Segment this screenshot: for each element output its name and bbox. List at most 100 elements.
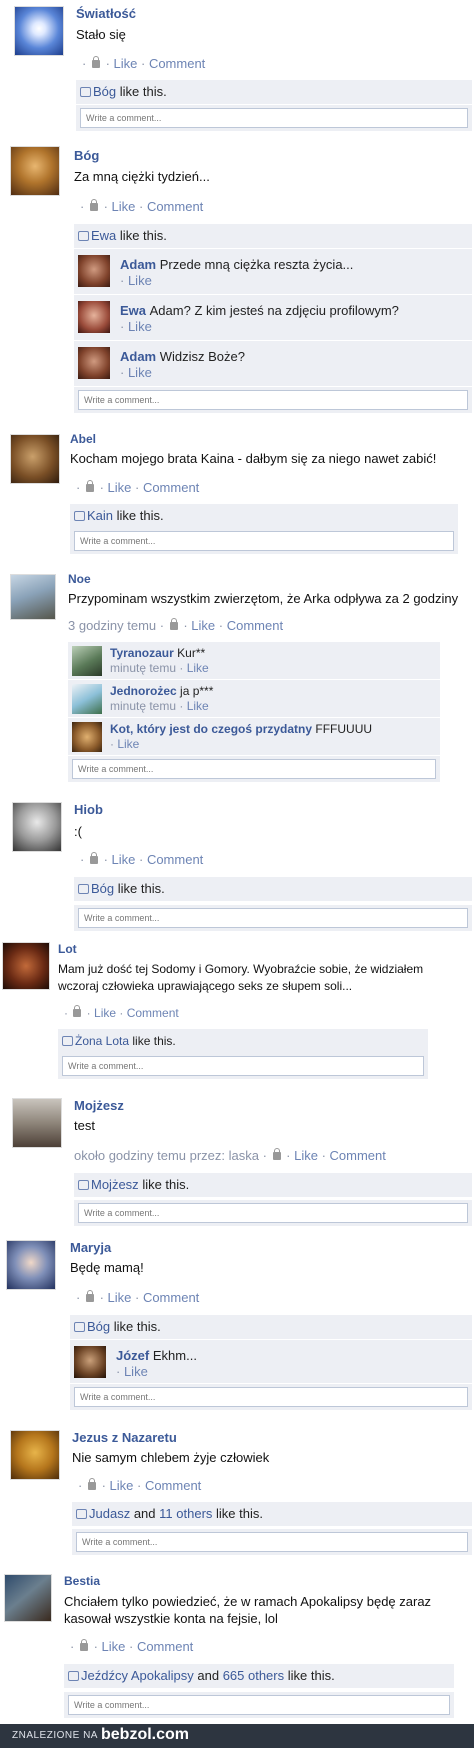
like-link[interactable]: Like <box>187 661 209 675</box>
post-meta: · · Like · Comment <box>80 199 204 214</box>
comment-input[interactable]: Write a comment... <box>78 1203 468 1223</box>
avatar[interactable] <box>4 1574 52 1622</box>
lock-icon <box>91 56 100 68</box>
comment-link[interactable]: Comment <box>147 199 203 214</box>
liker-link[interactable]: Judasz <box>89 1506 130 1521</box>
lock-icon <box>85 480 94 492</box>
comment-input[interactable]: Write a comment... <box>78 390 468 410</box>
like-bar: Judasz and 11 others like this. <box>72 1502 472 1526</box>
comment-input[interactable]: Write a comment... <box>74 531 454 551</box>
post-author[interactable]: Lot <box>58 942 77 956</box>
avatar[interactable] <box>10 1430 60 1480</box>
like-link[interactable]: Like <box>128 319 152 334</box>
post-author[interactable]: Mojżesz <box>74 1098 124 1113</box>
like-link[interactable]: Like <box>102 1639 126 1654</box>
lock-icon <box>272 1148 281 1160</box>
post-author[interactable]: Noe <box>68 572 91 586</box>
post-author[interactable]: Maryja <box>70 1240 111 1255</box>
post-author[interactable]: Bóg <box>74 148 99 163</box>
comment-meta: minutę temu · Like <box>110 661 209 675</box>
commenter-avatar[interactable] <box>78 255 110 287</box>
like-link[interactable]: Like <box>294 1148 318 1163</box>
liker-link[interactable]: Bóg <box>93 84 116 99</box>
post-meta: około godziny temu przez: laska · · Like… <box>74 1148 386 1163</box>
avatar[interactable] <box>12 1098 62 1148</box>
post-text: Przypominam wszystkim zwierzętom, że Ark… <box>68 591 459 606</box>
comment-link[interactable]: Comment <box>143 1290 199 1305</box>
comment-link[interactable]: Comment <box>330 1148 386 1163</box>
comment-link[interactable]: Comment <box>149 56 205 71</box>
like-link[interactable]: Like <box>114 56 138 71</box>
avatar[interactable] <box>14 6 64 56</box>
comment: Jednorożec ja p*** minutę temu · Like <box>68 679 440 717</box>
commenter-avatar[interactable] <box>72 646 102 676</box>
lock-icon <box>87 1478 96 1490</box>
like-link[interactable]: Like <box>117 737 139 751</box>
commenter-avatar[interactable] <box>74 1346 106 1378</box>
comment-link[interactable]: Comment <box>137 1639 193 1654</box>
comment-input[interactable]: Write a comment... <box>74 1387 468 1407</box>
comment-input[interactable]: Write a comment... <box>68 1695 450 1715</box>
avatar[interactable] <box>2 942 50 990</box>
like-link[interactable]: Like <box>112 852 136 867</box>
liker-link[interactable]: Kain <box>87 508 113 523</box>
comment-meta: · Like <box>116 1364 148 1379</box>
others-link[interactable]: 665 others <box>223 1668 284 1683</box>
comment-link[interactable]: Comment <box>143 480 199 495</box>
like-link[interactable]: Like <box>94 1006 116 1020</box>
commenter-avatar[interactable] <box>78 301 110 333</box>
like-link[interactable]: Like <box>128 273 152 288</box>
comment-input[interactable]: Write a comment... <box>62 1056 424 1076</box>
like-link[interactable]: Like <box>124 1364 148 1379</box>
like-link[interactable]: Like <box>191 618 215 633</box>
avatar[interactable] <box>10 146 60 196</box>
avatar[interactable] <box>6 1240 56 1290</box>
comment-input[interactable]: Write a comment... <box>76 1532 468 1552</box>
comment: Tyranozaur Kur** minutę temu · Like <box>68 641 440 679</box>
post-text: Nie samym chlebem żyje człowiek <box>72 1450 270 1465</box>
like-link[interactable]: Like <box>108 480 132 495</box>
comment-input[interactable]: Write a comment... <box>80 108 468 128</box>
others-link[interactable]: 11 others <box>159 1506 212 1521</box>
thumbs-up-icon <box>78 231 89 241</box>
liker-link[interactable]: Ewa <box>91 228 116 243</box>
like-link[interactable]: Like <box>112 199 136 214</box>
comment-link[interactable]: Comment <box>127 1006 179 1020</box>
like-bar: Bóg like this. <box>76 80 472 104</box>
avatar[interactable] <box>10 574 56 620</box>
liker-link[interactable]: Bóg <box>87 1319 110 1334</box>
post-author[interactable]: Jezus z Nazaretu <box>72 1430 177 1445</box>
liker-link[interactable]: Żona Lota <box>75 1034 129 1048</box>
comment-link[interactable]: Comment <box>147 852 203 867</box>
like-link[interactable]: Like <box>187 699 209 713</box>
post-author[interactable]: Hiob <box>74 802 103 817</box>
thumbs-up-icon <box>78 1180 89 1190</box>
post-meta: · · Like · Comment <box>78 1478 202 1493</box>
thumbs-up-icon <box>74 1322 85 1332</box>
avatar[interactable] <box>10 434 60 484</box>
comment-link[interactable]: Comment <box>145 1478 201 1493</box>
comment-input[interactable]: Write a comment... <box>78 908 468 928</box>
liker-link[interactable]: Mojżesz <box>91 1177 139 1192</box>
commenter-avatar[interactable] <box>72 722 102 752</box>
post-author[interactable]: Bestia <box>64 1574 100 1588</box>
post-text: Chciałem tylko powiedzieć, że w ramach A… <box>64 1594 432 1609</box>
like-link[interactable]: Like <box>108 1290 132 1305</box>
avatar[interactable] <box>12 802 62 852</box>
commenter-name: Adam Widzisz Boże? <box>120 349 245 364</box>
like-link[interactable]: Like <box>128 365 152 380</box>
liker-link[interactable]: Jeźdźcy Apokalipsy <box>81 1668 194 1683</box>
footer-brand[interactable]: bebzol.com <box>101 1726 189 1744</box>
liker-link[interactable]: Bóg <box>91 881 114 896</box>
thumbs-up-icon <box>80 87 91 97</box>
like-link[interactable]: Like <box>110 1478 134 1493</box>
commenter-avatar[interactable] <box>78 347 110 379</box>
commenter-avatar[interactable] <box>72 684 102 714</box>
thumbs-up-icon <box>78 884 89 894</box>
comment-input[interactable]: Write a comment... <box>72 759 436 779</box>
post-author[interactable]: Abel <box>70 432 96 446</box>
comment-link[interactable]: Comment <box>227 618 283 633</box>
comment: Kot, który jest do czegoś przydatny FFFU… <box>68 717 440 755</box>
post-author[interactable]: Światłość <box>76 6 136 21</box>
commenter-name: Kot, który jest do czegoś przydatny FFFU… <box>110 722 373 736</box>
